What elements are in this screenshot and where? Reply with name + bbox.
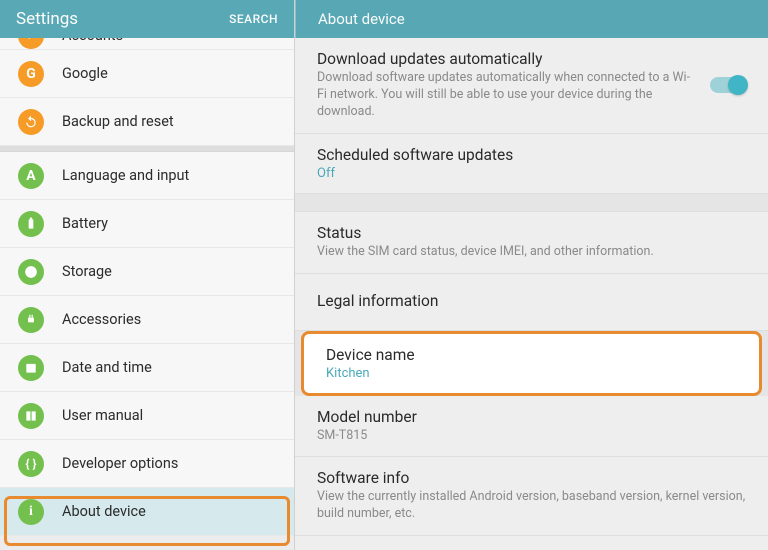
section-gap [295, 194, 768, 212]
item-title: Download updates automatically [317, 50, 698, 68]
download-updates-switch[interactable] [710, 77, 746, 93]
sidebar-item-label: Google [62, 65, 108, 82]
page-title: About device [318, 10, 405, 28]
switch-knob-icon [728, 75, 748, 95]
storage-icon [18, 259, 44, 285]
item-desc: View the currently installed Android ver… [317, 489, 746, 523]
sidebar-item-label: Accessories [62, 311, 141, 328]
item-title: Device name [326, 346, 737, 364]
sidebar-item-language-input[interactable]: A Language and input [0, 152, 294, 200]
item-title: Status [317, 224, 746, 242]
item-title: Legal information [317, 292, 746, 310]
sidebar-item-label: Battery [62, 215, 108, 232]
sidebar-item-label: User manual [62, 407, 143, 424]
item-title: Scheduled software updates [317, 146, 746, 164]
item-desc: Download software updates automatically … [317, 70, 698, 121]
sidebar-item-google[interactable]: G Google [0, 50, 294, 98]
item-scheduled-updates[interactable]: Scheduled software updates Off [295, 134, 768, 194]
item-title: Software info [317, 469, 746, 487]
item-software-info[interactable]: Software info View the currently install… [295, 457, 768, 536]
sidebar-item-battery[interactable]: Battery [0, 200, 294, 248]
sidebar-item-accessories[interactable]: Accessories [0, 296, 294, 344]
braces-icon: { } [18, 451, 44, 477]
battery-icon [18, 211, 44, 237]
sidebar-item-user-manual[interactable]: User manual [0, 392, 294, 440]
sidebar-item-label: Backup and reset [62, 113, 174, 130]
calendar-icon [18, 355, 44, 381]
main-list[interactable]: Download updates automatically Download … [295, 38, 768, 550]
item-value: Kitchen [326, 366, 737, 381]
main-pane: About device Download updates automatica… [295, 0, 768, 550]
item-download-updates[interactable]: Download updates automatically Download … [295, 38, 768, 134]
plug-icon [18, 307, 44, 333]
item-status[interactable]: Status View the SIM card status, device … [295, 212, 768, 274]
sidebar-item-label: Developer options [62, 455, 178, 472]
item-model-number[interactable]: Model number SM-T815 [295, 396, 768, 458]
item-device-name[interactable]: Device name Kitchen [301, 331, 762, 396]
sidebar-item-label: Language and input [62, 167, 189, 184]
item-value-plain: SM-T815 [317, 428, 746, 445]
sidebar-item-label: About device [62, 503, 146, 520]
sidebar-item-storage[interactable]: Storage [0, 248, 294, 296]
sidebar-item-accounts[interactable]: Accounts [0, 38, 294, 50]
google-icon: G [18, 61, 44, 87]
sidebar-item-label: Date and time [62, 359, 152, 376]
sidebar-item-label: Storage [62, 263, 112, 280]
globe-icon: A [18, 163, 44, 189]
book-icon [18, 403, 44, 429]
info-icon: i [18, 499, 44, 525]
settings-title: Settings [16, 9, 78, 29]
item-battery-info[interactable]: Battery info View your device's battery … [295, 536, 768, 550]
sidebar-header: Settings SEARCH [0, 0, 294, 38]
main-header: About device [295, 0, 768, 38]
sidebar: Settings SEARCH Accounts G Google Backup… [0, 0, 295, 550]
sidebar-item-label: Accounts [62, 38, 123, 44]
item-title: Model number [317, 408, 746, 426]
item-value: Off [317, 166, 746, 181]
search-button[interactable]: SEARCH [229, 12, 278, 26]
sidebar-item-date-time[interactable]: Date and time [0, 344, 294, 392]
sidebar-item-backup-reset[interactable]: Backup and reset [0, 98, 294, 146]
item-legal-information[interactable]: Legal information [295, 274, 768, 331]
item-desc: View the SIM card status, device IMEI, a… [317, 244, 746, 261]
sidebar-list[interactable]: Accounts G Google Backup and reset A Lan… [0, 38, 294, 550]
refresh-icon [18, 109, 44, 135]
sidebar-item-about-device[interactable]: i About device [0, 488, 294, 536]
sidebar-item-developer-options[interactable]: { } Developer options [0, 440, 294, 488]
arrow-icon [18, 38, 44, 49]
